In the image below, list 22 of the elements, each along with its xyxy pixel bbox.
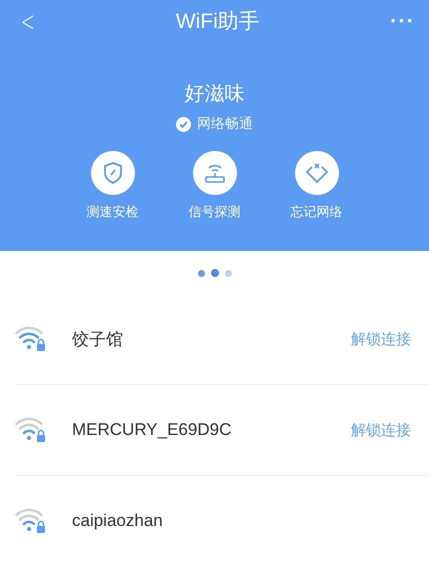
wifi-icon xyxy=(15,417,47,443)
page-dot[interactable] xyxy=(224,270,232,276)
back-button[interactable]: < xyxy=(17,4,38,38)
network-status: 网络畅通 xyxy=(197,115,253,133)
diamond-icon xyxy=(304,162,328,184)
network-name[interactable]: caipiaozhan xyxy=(72,511,411,531)
wifi-icon xyxy=(15,508,47,534)
network-name: 好滋味 xyxy=(184,80,244,107)
network-name[interactable]: 饺子馆 xyxy=(72,328,351,350)
page-dot[interactable] xyxy=(210,269,218,277)
unlock-connect-button[interactable]: 解锁连接 xyxy=(351,420,411,440)
tool-button[interactable]: 信号探测 xyxy=(178,151,252,221)
unlock-connect-button[interactable]: 解锁连接 xyxy=(351,330,411,348)
tool-button[interactable]: 测速安检 xyxy=(76,151,150,221)
page-dot[interactable] xyxy=(198,270,204,276)
tool-button[interactable]: 忘记网络 xyxy=(280,151,354,221)
shield-icon xyxy=(102,162,122,184)
network-name[interactable]: MERCURY_E69D9C xyxy=(72,420,351,440)
page-title: WiFi助手 xyxy=(176,9,260,35)
router-icon xyxy=(202,162,226,184)
wifi-icon xyxy=(15,326,47,352)
more-button[interactable]: ··· xyxy=(390,8,415,34)
